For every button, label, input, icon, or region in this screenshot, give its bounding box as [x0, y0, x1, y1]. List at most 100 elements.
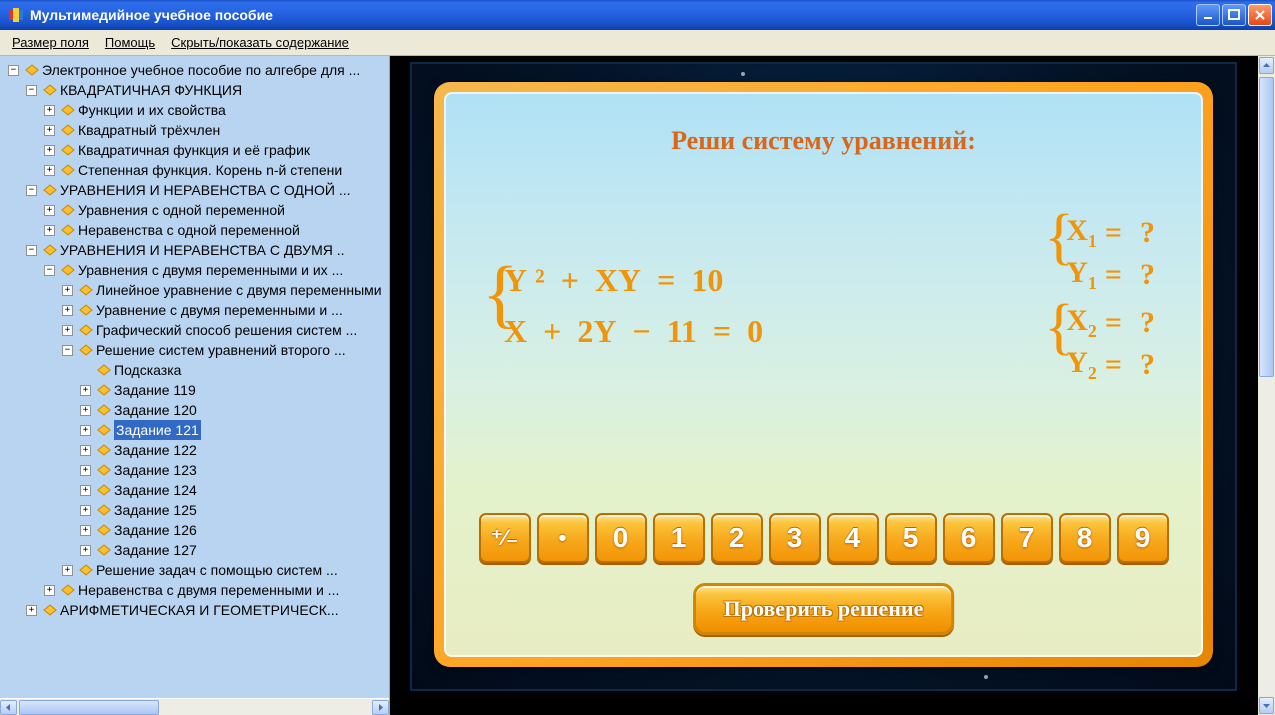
expand-icon[interactable]: + — [80, 505, 91, 516]
collapse-icon[interactable]: − — [8, 65, 19, 76]
collapse-icon[interactable]: − — [44, 265, 55, 276]
tree-item-sec1-1[interactable]: +Квадратный трёхчлен — [44, 120, 389, 140]
expand-icon[interactable]: + — [44, 585, 55, 596]
tree-item-after1[interactable]: +Решение задач с помощью систем ... — [62, 560, 389, 580]
maximize-button[interactable] — [1222, 4, 1246, 26]
expand-icon[interactable]: + — [80, 525, 91, 536]
menu-help[interactable]: Помощь — [105, 35, 155, 50]
minimize-button[interactable] — [1196, 4, 1220, 26]
answers-block: { X1=? Y1=? { X2=? Y2=? — [1044, 212, 1155, 392]
key-7[interactable]: 7 — [1001, 513, 1053, 563]
expand-icon[interactable]: + — [80, 445, 91, 456]
book-icon — [97, 464, 111, 476]
scroll-thumb[interactable] — [1259, 77, 1274, 377]
key-4[interactable]: 4 — [827, 513, 879, 563]
scroll-left-button[interactable] — [0, 700, 17, 715]
window-titlebar: Мультимедийное учебное пособие — [0, 0, 1275, 30]
key-3[interactable]: 3 — [769, 513, 821, 563]
toc-panel: −Электронное учебное пособие по алгебре … — [0, 56, 390, 715]
tree-item-task-120[interactable]: +Задание 120 — [80, 400, 389, 420]
tree-item-sec2-1[interactable]: +Неравенства с одной переменной — [44, 220, 389, 240]
tree-item-sec3-sub-2[interactable]: +Графический способ решения систем ... — [62, 320, 389, 340]
collapse-icon[interactable]: − — [26, 245, 37, 256]
collapse-icon[interactable]: − — [26, 185, 37, 196]
content-vertical-scrollbar[interactable] — [1258, 56, 1275, 715]
tree-item-task-125[interactable]: +Задание 125 — [80, 500, 389, 520]
tree-item-task-119[interactable]: +Задание 119 — [80, 380, 389, 400]
tree-item-sec3-sub[interactable]: −Уравнения с двумя переменными и их ... — [44, 260, 389, 280]
key-8[interactable]: 8 — [1059, 513, 1111, 563]
expand-icon[interactable]: + — [44, 145, 55, 156]
key-sign[interactable]: ⁺⁄₋ — [479, 513, 531, 563]
expand-icon[interactable]: + — [62, 325, 73, 336]
scroll-track[interactable] — [1258, 75, 1275, 696]
key-0[interactable]: 0 — [595, 513, 647, 563]
expand-icon[interactable]: + — [80, 465, 91, 476]
expand-icon[interactable]: + — [80, 485, 91, 496]
key-1[interactable]: 1 — [653, 513, 705, 563]
tree-item-root[interactable]: −Электронное учебное пособие по алгебре … — [8, 60, 389, 80]
answer-y2[interactable]: Y2=? — [1066, 344, 1155, 386]
expand-icon[interactable]: + — [62, 305, 73, 316]
scroll-up-button[interactable] — [1259, 57, 1274, 74]
answer-x1[interactable]: X1=? — [1066, 212, 1155, 254]
answer-y1[interactable]: Y1=? — [1066, 254, 1155, 296]
book-icon — [97, 484, 111, 496]
check-answer-button[interactable]: Проверить решение — [693, 583, 955, 635]
expand-icon[interactable]: + — [44, 125, 55, 136]
expand-icon[interactable]: + — [80, 545, 91, 556]
menubar: Размер поля Помощь Скрыть/показать содер… — [0, 30, 1275, 56]
expand-icon[interactable]: + — [62, 565, 73, 576]
collapse-icon[interactable]: − — [62, 345, 73, 356]
expand-icon[interactable]: + — [26, 605, 37, 616]
menu-field-size[interactable]: Размер поля — [12, 35, 89, 50]
tree-item-task-127[interactable]: +Задание 127 — [80, 540, 389, 560]
expand-icon[interactable]: + — [80, 425, 91, 436]
expand-icon[interactable]: + — [80, 405, 91, 416]
book-icon — [79, 284, 93, 296]
tree-item-after2[interactable]: +Неравенства с двумя переменными и ... — [44, 580, 389, 600]
equation-2: X + 2Y − 11 = 0 — [504, 313, 763, 350]
book-icon — [61, 164, 75, 176]
tree-item-sec-onevar[interactable]: −УРАВНЕНИЯ И НЕРАВЕНСТВА С ОДНОЙ ... — [26, 180, 389, 200]
tree-item-sec2-0[interactable]: +Уравнения с одной переменной — [44, 200, 389, 220]
close-button[interactable] — [1248, 4, 1272, 26]
key-dot[interactable]: • — [537, 513, 589, 563]
menu-toggle-toc[interactable]: Скрыть/показать содержание — [171, 35, 349, 50]
scroll-track[interactable] — [17, 700, 372, 715]
key-2[interactable]: 2 — [711, 513, 763, 563]
book-icon — [97, 544, 111, 556]
tree-item-sec1-2[interactable]: +Квадратичная функция и её график — [44, 140, 389, 160]
tree-item-sec-quadratic[interactable]: −КВАДРАТИЧНАЯ ФУНКЦИЯ — [26, 80, 389, 100]
book-icon — [97, 444, 111, 456]
tree-item-task-122[interactable]: +Задание 122 — [80, 440, 389, 460]
tree-item-cutoff[interactable]: +АРИФМЕТИЧЕСКАЯ И ГЕОМЕТРИЧЕСК... — [26, 600, 389, 620]
tree-item-sec-twovar[interactable]: −УРАВНЕНИЯ И НЕРАВЕНСТВА С ДВУМЯ .. — [26, 240, 389, 260]
key-5[interactable]: 5 — [885, 513, 937, 563]
expand-icon[interactable]: + — [44, 105, 55, 116]
scroll-right-button[interactable] — [372, 700, 389, 715]
collapse-icon[interactable]: − — [26, 85, 37, 96]
expand-icon[interactable]: + — [44, 205, 55, 216]
scroll-thumb[interactable] — [19, 700, 159, 715]
expand-icon[interactable]: + — [80, 385, 91, 396]
tree-item-sec3-sub-1[interactable]: +Уравнение с двумя переменными и ... — [62, 300, 389, 320]
tree-item-sec1-0[interactable]: +Функции и их свойства — [44, 100, 389, 120]
answer-x2[interactable]: X2=? — [1066, 302, 1155, 344]
tree-item-task-123[interactable]: +Задание 123 — [80, 460, 389, 480]
tree-item-solving[interactable]: −Решение систем уравнений второго ... — [62, 340, 389, 360]
tree-item-hint[interactable]: Подсказка — [80, 360, 389, 380]
tree-horizontal-scrollbar[interactable] — [0, 698, 389, 715]
tree-item-sec3-sub-0[interactable]: +Линейное уравнение с двумя переменными — [62, 280, 389, 300]
tree-item-task-126[interactable]: +Задание 126 — [80, 520, 389, 540]
expand-icon[interactable]: + — [44, 165, 55, 176]
expand-icon[interactable]: + — [62, 285, 73, 296]
expand-icon[interactable]: + — [44, 225, 55, 236]
tree-item-task-121[interactable]: +Задание 121 — [80, 420, 389, 440]
scroll-down-button[interactable] — [1259, 697, 1274, 714]
tree-item-task-124[interactable]: +Задание 124 — [80, 480, 389, 500]
toc-tree[interactable]: −Электронное учебное пособие по алгебре … — [0, 56, 389, 698]
tree-item-sec1-3[interactable]: +Степенная функция. Корень n-й степени — [44, 160, 389, 180]
key-6[interactable]: 6 — [943, 513, 995, 563]
key-9[interactable]: 9 — [1117, 513, 1169, 563]
